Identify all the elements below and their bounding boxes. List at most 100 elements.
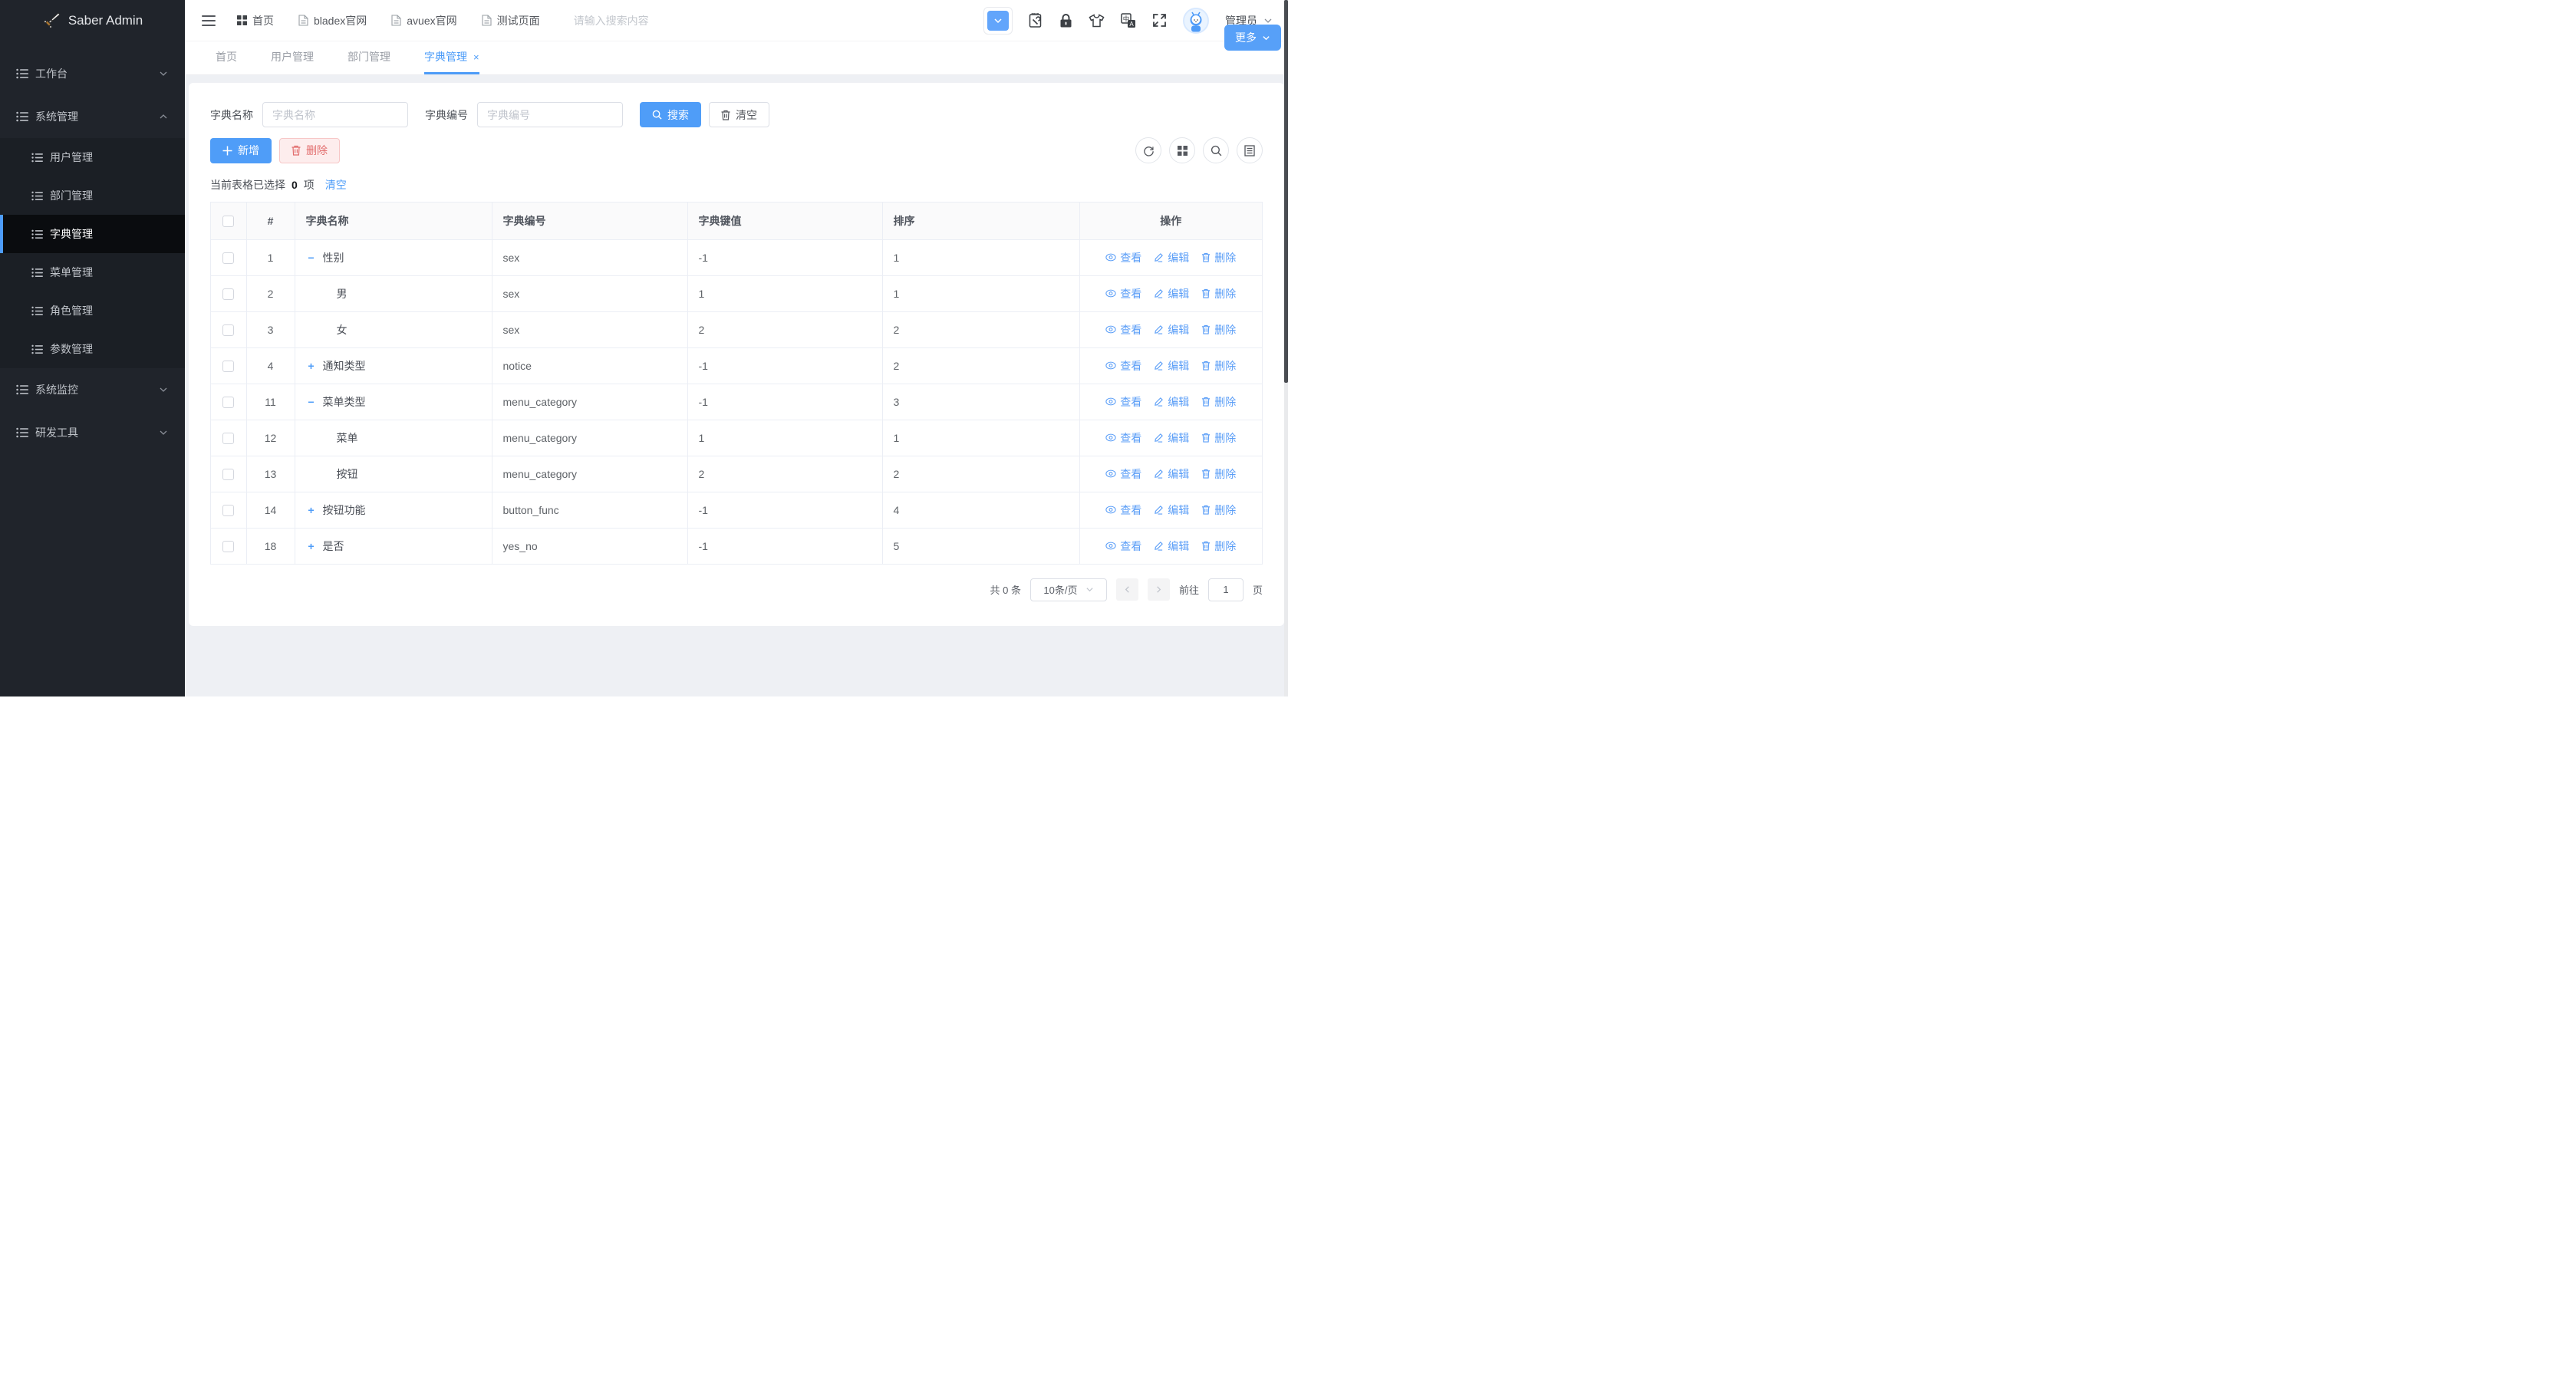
topnav-bladex[interactable]: bladex官网: [298, 13, 367, 28]
sidebar-item-system-mgmt[interactable]: 系统管理: [0, 95, 185, 138]
delete-action[interactable]: 删除: [1201, 286, 1236, 301]
view-action[interactable]: 查看: [1105, 430, 1141, 446]
row-checkbox[interactable]: [222, 541, 234, 552]
delete-action[interactable]: 删除: [1201, 538, 1236, 554]
tree-toggle-icon[interactable]: +: [306, 504, 317, 516]
edit-action[interactable]: 编辑: [1154, 502, 1189, 518]
dict-name-input[interactable]: [262, 102, 408, 127]
clear-filters-button[interactable]: 清空: [709, 102, 769, 127]
sidebar-item-role-mgmt[interactable]: 角色管理: [0, 291, 185, 330]
delete-action[interactable]: 删除: [1201, 322, 1236, 338]
tab-user-mgmt[interactable]: 用户管理: [271, 41, 314, 74]
topnav-avuex[interactable]: avuex官网: [391, 13, 456, 28]
delete-action[interactable]: 删除: [1201, 358, 1236, 374]
column-header-index: #: [246, 203, 295, 239]
page-scrollbar[interactable]: [1284, 0, 1288, 696]
edit-action[interactable]: 编辑: [1154, 250, 1189, 265]
row-index: 12: [246, 420, 295, 456]
row-index: 4: [246, 347, 295, 384]
edit-action[interactable]: 编辑: [1154, 286, 1189, 301]
topnav-home[interactable]: 首页: [237, 13, 274, 28]
dict-key-cell: 2: [687, 456, 882, 492]
app-logo[interactable]: Saber Admin: [0, 0, 185, 41]
edit-action[interactable]: 编辑: [1154, 538, 1189, 554]
view-action[interactable]: 查看: [1105, 250, 1141, 265]
debug-tool-icon[interactable]: [1029, 12, 1043, 28]
tab-dict-mgmt[interactable]: 字典管理 ×: [424, 41, 479, 74]
scrollbar-thumb[interactable]: [1284, 0, 1288, 383]
lock-icon[interactable]: [1059, 13, 1072, 28]
tree-toggle-icon[interactable]: +: [306, 360, 317, 372]
tree-toggle-icon[interactable]: −: [306, 252, 317, 264]
view-action[interactable]: 查看: [1105, 358, 1141, 374]
search-button[interactable]: 搜索: [640, 102, 701, 127]
view-action[interactable]: 查看: [1105, 538, 1141, 554]
delete-button[interactable]: 删除: [279, 138, 340, 163]
sidebar-item-menu-mgmt[interactable]: 菜单管理: [0, 253, 185, 291]
edit-action-label: 编辑: [1168, 286, 1189, 301]
view-action[interactable]: 查看: [1105, 466, 1141, 482]
dict-code-input[interactable]: [477, 102, 623, 127]
view-action-label: 查看: [1120, 286, 1141, 301]
column-settings-button[interactable]: [1169, 137, 1195, 163]
row-checkbox[interactable]: [222, 361, 234, 372]
delete-action[interactable]: 删除: [1201, 394, 1236, 410]
add-button[interactable]: 新增: [210, 138, 272, 163]
view-action[interactable]: 查看: [1105, 502, 1141, 518]
sidebar-item-dev-tools[interactable]: 研发工具: [0, 411, 185, 454]
delete-action[interactable]: 删除: [1201, 430, 1236, 446]
view-action[interactable]: 查看: [1105, 322, 1141, 338]
row-checkbox[interactable]: [222, 252, 234, 264]
edit-action[interactable]: 编辑: [1154, 394, 1189, 410]
sidebar-item-dept-mgmt[interactable]: 部门管理: [0, 176, 185, 215]
delete-action[interactable]: 删除: [1201, 502, 1236, 518]
top-menu-toggle-button[interactable]: [983, 7, 1013, 35]
delete-action[interactable]: 删除: [1201, 466, 1236, 482]
tab-home[interactable]: 首页: [216, 41, 237, 74]
global-search-input[interactable]: [574, 15, 697, 27]
row-checkbox[interactable]: [222, 324, 234, 336]
page-size-select[interactable]: 10条/页: [1030, 578, 1107, 601]
tree-toggle-icon[interactable]: −: [306, 396, 317, 408]
more-button[interactable]: 更多: [1224, 25, 1281, 51]
view-action[interactable]: 查看: [1105, 394, 1141, 410]
edit-action[interactable]: 编辑: [1154, 322, 1189, 338]
clear-selection-link[interactable]: 清空: [325, 177, 347, 193]
row-checkbox[interactable]: [222, 505, 234, 516]
goto-page-input[interactable]: [1208, 578, 1244, 601]
sidebar-item-param-mgmt[interactable]: 参数管理: [0, 330, 185, 368]
edit-action[interactable]: 编辑: [1154, 466, 1189, 482]
refresh-button[interactable]: [1135, 137, 1161, 163]
sidebar-item-workbench[interactable]: 工作台: [0, 52, 185, 95]
view-action[interactable]: 查看: [1105, 286, 1141, 301]
edit-action[interactable]: 编辑: [1154, 430, 1189, 446]
row-checkbox[interactable]: [222, 397, 234, 408]
sidebar-collapse-icon[interactable]: [202, 15, 216, 26]
row-checkbox[interactable]: [222, 469, 234, 480]
language-switch-icon[interactable]: 中A: [1121, 13, 1136, 28]
sidebar-item-label: 系统管理: [35, 109, 159, 124]
row-checkbox[interactable]: [222, 288, 234, 300]
sidebar-item-dict-mgmt[interactable]: 字典管理: [0, 215, 185, 253]
prev-page-button[interactable]: [1116, 578, 1138, 601]
select-all-checkbox[interactable]: [222, 216, 234, 227]
topnav-test-page[interactable]: 测试页面: [482, 13, 540, 28]
plus-icon: [222, 146, 232, 156]
row-checkbox[interactable]: [222, 433, 234, 444]
next-page-button[interactable]: [1148, 578, 1170, 601]
dict-table: # 字典名称 字典编号 字典键值 排序 操作 1 − 性别: [210, 202, 1263, 565]
pencil-icon: [1154, 469, 1164, 479]
fullscreen-icon[interactable]: [1152, 13, 1167, 28]
toggle-search-button[interactable]: [1203, 137, 1229, 163]
tree-toggle-icon[interactable]: +: [306, 540, 317, 552]
tab-close-icon[interactable]: ×: [473, 51, 479, 63]
user-avatar[interactable]: [1183, 8, 1209, 34]
edit-action[interactable]: 编辑: [1154, 358, 1189, 374]
theme-shirt-icon[interactable]: [1089, 14, 1105, 28]
sidebar-item-system-monitor[interactable]: 系统监控: [0, 368, 185, 411]
sidebar-item-user-mgmt[interactable]: 用户管理: [0, 138, 185, 176]
list-view-button[interactable]: [1237, 137, 1263, 163]
view-action-label: 查看: [1120, 322, 1141, 338]
delete-action[interactable]: 删除: [1201, 250, 1236, 265]
tab-dept-mgmt[interactable]: 部门管理: [348, 41, 390, 74]
